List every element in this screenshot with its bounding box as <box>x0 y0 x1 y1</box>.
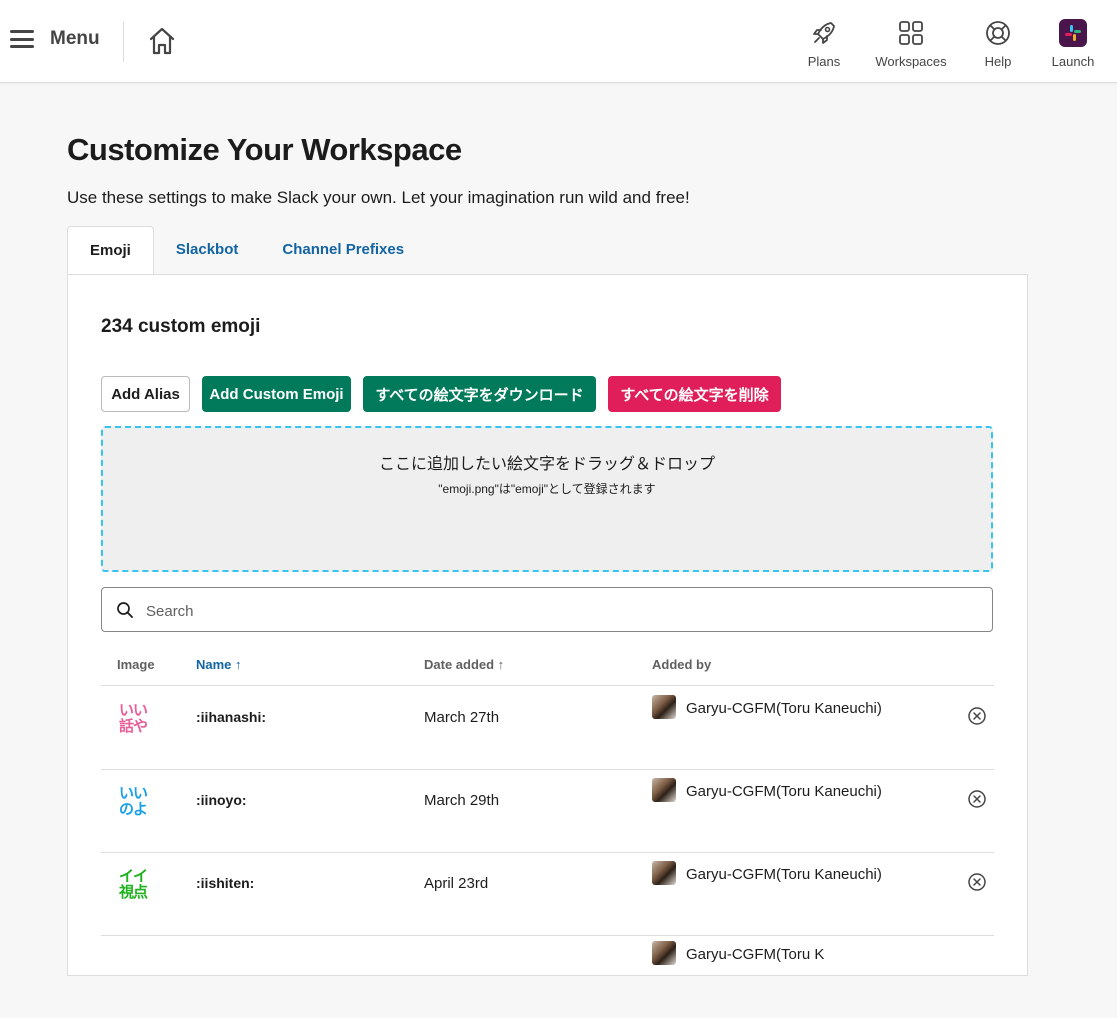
emoji-image-line: 話や <box>118 717 148 735</box>
emoji-image: イイ 視点 <box>115 866 151 902</box>
emoji-image: いい のよ <box>115 783 151 819</box>
date-added: March 29th <box>424 792 500 809</box>
rocket-icon <box>809 18 839 48</box>
emoji-name: :iinoyo: <box>196 792 247 808</box>
table-row: Garyu-CGFM(Toru K <box>101 935 994 1018</box>
tab-emoji[interactable]: Emoji <box>67 226 154 277</box>
emoji-image-line: いい <box>118 701 148 719</box>
search-icon <box>117 602 133 618</box>
add-custom-emoji-button[interactable]: Add Custom Emoji <box>202 376 351 412</box>
remove-emoji-icon[interactable] <box>967 706 987 726</box>
menu-label: Menu <box>50 28 100 49</box>
page-subtitle: Use these settings to make Slack your ow… <box>67 188 690 207</box>
added-by-name: Garyu-CGFM(Toru Kaneuchi) <box>686 866 882 883</box>
nav-help-label: Help <box>984 54 1012 69</box>
dropzone-main-text: ここに追加したい絵文字をドラッグ＆ドロップ <box>378 456 715 473</box>
emoji-name: :iishiten: <box>196 875 255 891</box>
delete-all-emoji-button[interactable]: すべての絵文字を削除 <box>608 376 781 412</box>
table-row: いい のよ :iinoyo: March 29th Garyu-CGFM(Tor… <box>101 769 994 853</box>
remove-emoji-icon[interactable] <box>967 872 987 892</box>
added-by: Garyu-CGFM(Toru Kaneuchi) <box>652 778 882 805</box>
avatar <box>652 941 676 965</box>
added-by-name: Garyu-CGFM(Toru Kaneuchi) <box>686 783 882 800</box>
grid-icon <box>896 18 926 48</box>
nav-workspaces-label: Workspaces <box>875 54 947 69</box>
column-added-by: Added by <box>652 657 712 672</box>
avatar <box>652 695 676 719</box>
nav-workspaces[interactable]: Workspaces <box>873 18 949 69</box>
emoji-panel: 234 custom emoji Add Alias Add Custom Em… <box>67 274 1028 976</box>
slack-logo-icon <box>1058 18 1088 48</box>
nav-help[interactable]: Help <box>980 18 1016 69</box>
lifebuoy-icon <box>983 18 1013 48</box>
avatar <box>652 861 676 885</box>
column-date-sort[interactable]: Date added ↑ <box>424 657 504 672</box>
table-row: イイ 視点 :iishiten: April 23rd Garyu-CGFM(T… <box>101 852 994 936</box>
added-by: Garyu-CGFM(Toru Kaneuchi) <box>652 695 882 722</box>
dropzone-sub-text: "emoji.png"は"emoji"として登録されます <box>438 482 656 496</box>
emoji-image-line: のよ <box>118 800 148 818</box>
table-header: Image Name ↑ Date added ↑ Added by <box>101 645 994 686</box>
emoji-dropzone[interactable]: ここに追加したい絵文字をドラッグ＆ドロップ "emoji.png"は"emoji… <box>101 426 993 572</box>
search-box <box>101 587 993 632</box>
remove-emoji-icon[interactable] <box>967 789 987 809</box>
add-alias-button[interactable]: Add Alias <box>101 376 190 412</box>
added-by-name: Garyu-CGFM(Toru Kaneuchi) <box>686 700 882 717</box>
nav-plans[interactable]: Plans <box>805 18 843 69</box>
download-all-emoji-button[interactable]: すべての絵文字をダウンロード <box>363 376 596 412</box>
tab-bar: Emoji Slackbot Channel Prefixes <box>67 226 426 277</box>
top-bar: Menu Plans Workspaces Help Launch <box>0 0 1117 83</box>
emoji-name: :iihanashi: <box>196 709 267 725</box>
topbar-divider <box>123 22 124 62</box>
menu-button[interactable]: Menu <box>10 28 100 50</box>
emoji-image-line: いい <box>118 784 148 802</box>
added-by: Garyu-CGFM(Toru Kaneuchi) <box>652 861 882 888</box>
table-row: いい 話や :iihanashi: March 27th Garyu-CGFM(… <box>101 686 994 770</box>
added-by: Garyu-CGFM(Toru K <box>652 941 882 968</box>
tab-slackbot[interactable]: Slackbot <box>154 226 261 274</box>
nav-launch-label: Launch <box>1051 54 1095 69</box>
search-input[interactable] <box>144 598 968 624</box>
column-name-sort[interactable]: Name ↑ <box>196 657 242 672</box>
date-added: March 27th <box>424 709 500 726</box>
home-icon[interactable] <box>148 26 176 56</box>
nav-plans-label: Plans <box>807 54 841 69</box>
avatar <box>652 778 676 802</box>
emoji-count: 234 custom emoji <box>101 316 261 337</box>
emoji-image-line: 視点 <box>118 883 148 901</box>
date-added: April 23rd <box>424 875 489 892</box>
column-image: Image <box>117 657 155 672</box>
page-title: Customize Your Workspace <box>67 132 462 167</box>
tab-channel-prefixes[interactable]: Channel Prefixes <box>260 226 426 274</box>
nav-launch[interactable]: Launch <box>1048 18 1098 69</box>
hamburger-icon <box>10 30 34 48</box>
added-by-name: Garyu-CGFM(Toru K <box>686 946 825 963</box>
emoji-image: いい 話や <box>115 700 151 736</box>
emoji-image-line: イイ <box>118 867 148 885</box>
